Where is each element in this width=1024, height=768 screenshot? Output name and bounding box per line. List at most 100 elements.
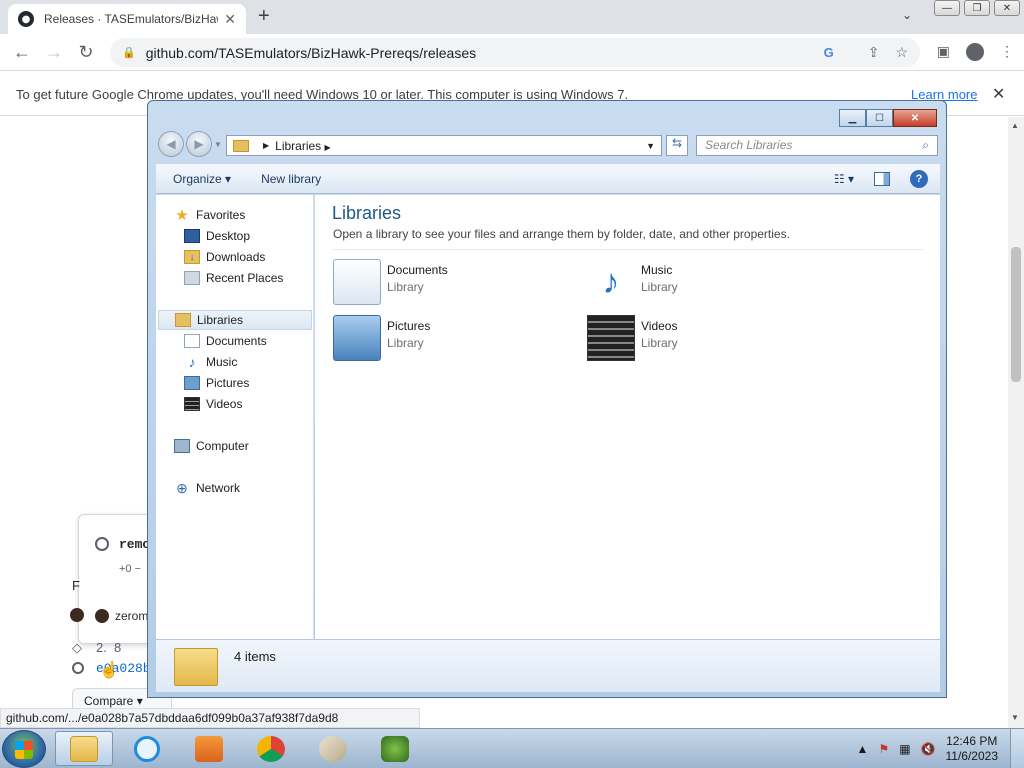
refresh-icon[interactable]: ⇆ [666, 135, 688, 156]
tree-pictures[interactable]: Pictures [184, 373, 249, 393]
tree-network[interactable]: ⊕ Network [174, 478, 240, 498]
preview-pane-icon[interactable] [874, 171, 890, 186]
clock[interactable]: 12:46 PM 11/6/2023 [946, 734, 999, 764]
explorer-close-button[interactable]: ✕ [893, 109, 937, 127]
tree-desktop[interactable]: Desktop [184, 226, 250, 246]
tag-name[interactable]: 2. [96, 640, 107, 655]
tree-recent-places[interactable]: Recent Places [184, 268, 283, 288]
minimize-button[interactable]: — [934, 0, 960, 16]
action-center-icon[interactable]: ⚑ [878, 742, 889, 756]
commit-message[interactable]: remo [119, 537, 150, 552]
media-player-icon [195, 735, 223, 762]
internet-explorer-icon [134, 735, 160, 762]
scroll-up-icon[interactable]: ▲ [1011, 121, 1019, 130]
details-pane: 4 items [156, 639, 940, 692]
explorer-maximize-button[interactable]: ☐ [866, 109, 893, 127]
network-icon: ⊕ [176, 479, 188, 496]
tab-releases[interactable]: ● Releases · TASEmulators/BizHawk ✕ [8, 4, 246, 34]
desktop-icon [184, 229, 200, 243]
tree-videos[interactable]: Videos [184, 394, 242, 414]
reload-icon[interactable]: ↻ [70, 42, 102, 63]
music-icon: ♪ [188, 354, 196, 370]
organize-button[interactable]: Organize ▾ [173, 172, 231, 186]
volume-muted-icon[interactable]: 🔇 [921, 742, 936, 756]
page-subtitle: Open a library to see your files and arr… [333, 227, 790, 241]
explorer-back-icon[interactable]: ◀ [158, 131, 184, 157]
library-kind: Library [387, 336, 424, 350]
tree-music[interactable]: ♪ Music [184, 352, 238, 372]
show-desktop-button[interactable] [1010, 729, 1024, 768]
taskbar-explorer[interactable] [55, 731, 113, 766]
browser-toolbar: ← → ↻ 🔒 github.com/TASEmulators/BizHawk-… [0, 34, 1024, 71]
explorer-search-input[interactable]: Search Libraries ⌕ [696, 135, 938, 156]
new-tab-button[interactable]: + [258, 5, 270, 28]
explorer-window-controls: ▁ ☐ ✕ [839, 109, 937, 127]
recent-places-icon [184, 271, 200, 285]
tree-downloads[interactable]: ↓ Downloads [184, 247, 265, 267]
explorer-icon [70, 735, 98, 762]
explorer-forward-icon[interactable]: ▶ [186, 131, 212, 157]
scroll-thumb[interactable] [1011, 247, 1021, 382]
tree-network-label: Network [196, 481, 241, 495]
network-tray-icon[interactable]: ▦ [899, 742, 910, 756]
google-lens-icon[interactable]: G [824, 45, 834, 60]
tree-favorites[interactable]: ★ Favorites [174, 205, 245, 225]
taskbar-emulator[interactable] [366, 731, 424, 766]
taskbar-paint[interactable] [304, 731, 362, 766]
library-music[interactable]: ♪ Music Library [587, 259, 678, 305]
tree-downloads-label: Downloads [206, 250, 266, 264]
user-name[interactable]: zerom [115, 609, 148, 623]
tag-name-tail[interactable]: 8 [114, 640, 121, 655]
breadcrumb-libraries[interactable]: Libraries ▶ [275, 139, 646, 153]
library-pictures[interactable]: Pictures Library [333, 315, 430, 361]
videos-icon [184, 397, 200, 411]
scroll-down-icon[interactable]: ▼ [1011, 713, 1019, 722]
explorer-address-bar[interactable]: ▶ Libraries ▶ ▼ [226, 135, 662, 156]
menu-kebab-icon[interactable]: ⋮ [1000, 43, 1014, 61]
libraries-folder-icon [233, 139, 249, 152]
help-icon[interactable]: ? [910, 169, 928, 188]
lock-icon[interactable]: 🔒 [122, 46, 136, 59]
url-text[interactable]: github.com/TASEmulators/BizHawk-Prereqs/… [146, 45, 824, 61]
taskbar-internet-explorer[interactable] [118, 731, 176, 766]
address-bar[interactable]: 🔒 github.com/TASEmulators/BizHawk-Prereq… [110, 38, 920, 67]
change-view-icon[interactable]: ☷ ▾ [834, 172, 854, 186]
tab-search-icon[interactable]: ⌄ [902, 8, 912, 22]
tree-recent-label: Recent Places [206, 271, 284, 285]
tree-libraries[interactable]: Libraries [158, 310, 312, 330]
tree-documents[interactable]: Documents [184, 331, 267, 351]
link-status-bar: github.com/.../e0a028b7a57dbddaa6df099b0… [0, 708, 420, 728]
recent-pages-icon[interactable]: ▼ [214, 140, 222, 149]
new-library-button[interactable]: New library [261, 172, 321, 186]
close-window-button[interactable]: ✕ [994, 0, 1020, 16]
taskbar-chrome[interactable] [242, 731, 300, 766]
tree-favorites-label: Favorites [196, 208, 246, 222]
address-dropdown-icon[interactable]: ▼ [646, 141, 655, 151]
library-kind: Library [387, 280, 424, 294]
tree-videos-label: Videos [206, 397, 243, 411]
taskbar-media-player[interactable] [180, 731, 238, 766]
breadcrumb-arrow-icon[interactable]: ▶ [263, 141, 269, 150]
share-icon[interactable]: ⇪ [868, 44, 880, 61]
libraries-large-icon [174, 648, 218, 686]
command-bar: Organize ▾ New library ☷ ▾ ? [156, 164, 940, 194]
start-button[interactable] [2, 730, 46, 768]
page-scrollbar[interactable]: ▲ ▼ [1008, 117, 1024, 729]
github-icon: ● [18, 11, 34, 27]
tab-close-icon[interactable]: ✕ [224, 11, 236, 28]
bookmark-star-icon[interactable]: ☆ [895, 44, 908, 61]
infobar-close-icon[interactable]: ✕ [992, 84, 1005, 104]
explorer-minimize-button[interactable]: ▁ [839, 109, 866, 127]
side-panel-icon[interactable]: ▣ [937, 43, 950, 61]
library-documents[interactable]: Documents Library [333, 259, 448, 305]
documents-library-icon [333, 259, 381, 305]
forward-icon[interactable]: → [38, 42, 70, 63]
restore-button[interactable]: ❐ [964, 0, 990, 16]
compare-label: Compare [84, 694, 134, 708]
tray-expand-icon[interactable]: ▲ [857, 742, 869, 756]
profile-avatar-icon[interactable] [966, 43, 984, 61]
library-videos[interactable]: Videos Library [587, 315, 678, 361]
back-icon[interactable]: ← [6, 42, 38, 63]
search-placeholder: Search Libraries [705, 138, 793, 152]
tree-computer[interactable]: Computer [174, 436, 249, 456]
